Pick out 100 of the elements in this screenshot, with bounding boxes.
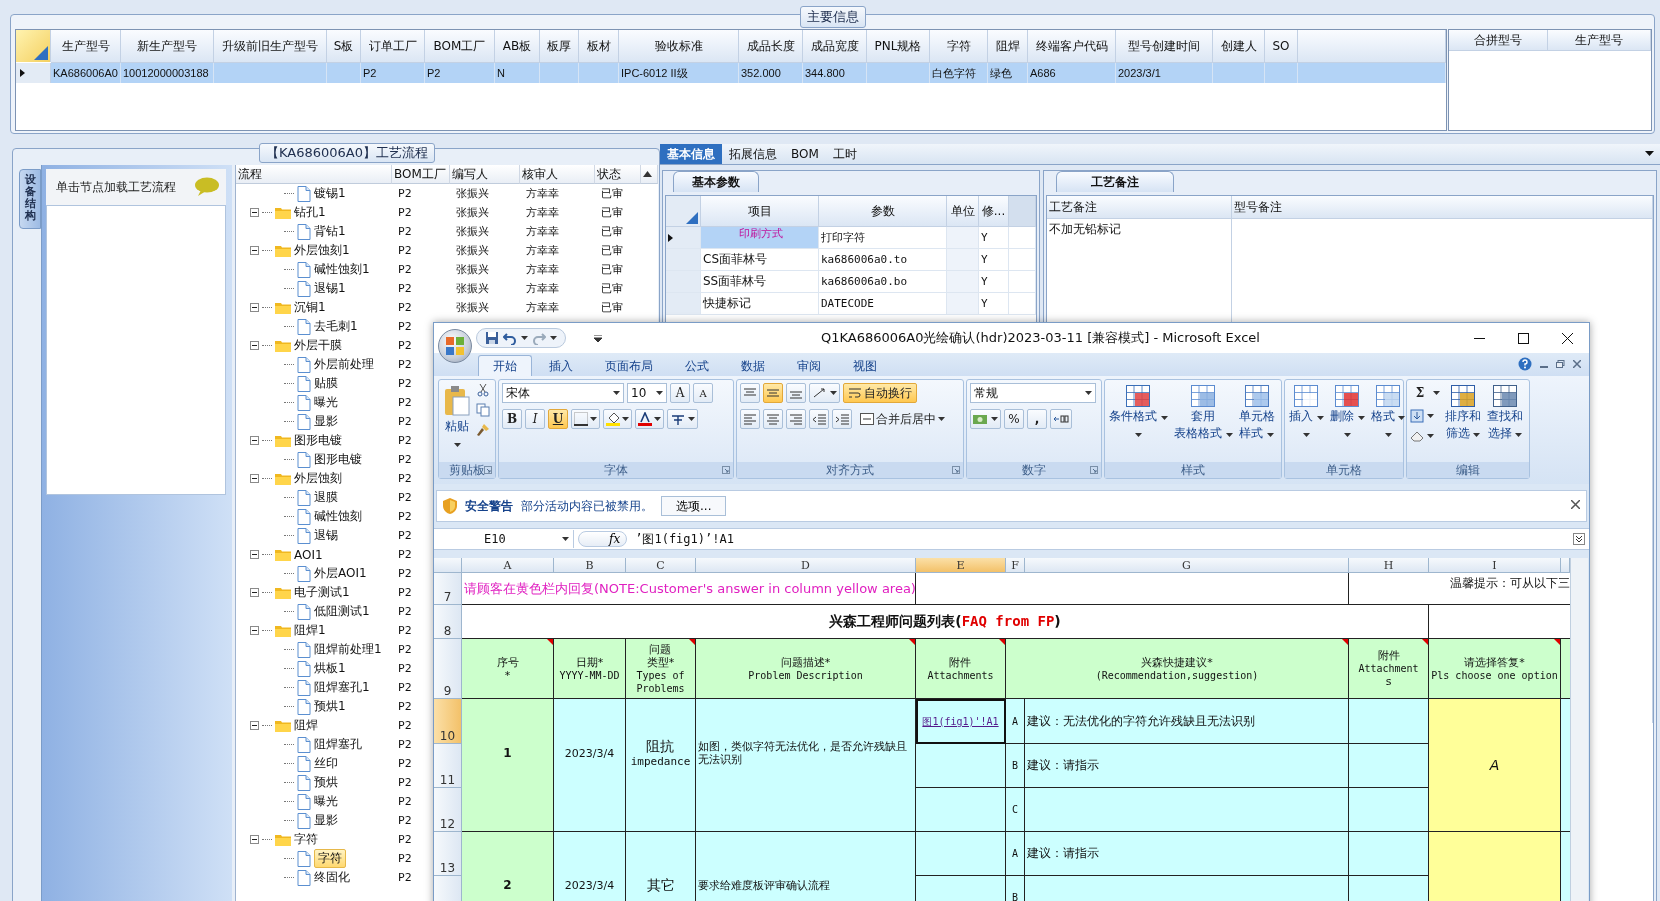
save-icon[interactable] <box>485 331 499 345</box>
column-header[interactable]: H <box>1349 558 1429 573</box>
office-button[interactable] <box>438 329 472 363</box>
column-header[interactable]: 合拼型号 <box>1449 30 1548 51</box>
ribbon-tab[interactable]: 插入 <box>534 355 588 376</box>
collapse-icon[interactable] <box>250 721 259 730</box>
column-header[interactable]: 终端客户代码 <box>1028 30 1116 63</box>
tree-node[interactable]: 去毛刺1 <box>314 318 358 335</box>
column-header[interactable]: 订单工厂 <box>361 30 425 63</box>
insert-function-button[interactable]: fx <box>578 531 628 547</box>
tree-node[interactable]: 预烘 <box>314 774 338 791</box>
column-header[interactable]: 成品长度 <box>739 30 803 63</box>
tree-node[interactable]: 显影 <box>314 812 338 829</box>
phonetic-button[interactable] <box>667 409 698 429</box>
paste-button[interactable]: 粘贴 <box>442 383 472 453</box>
column-header[interactable]: 型号创建时间 <box>1116 30 1213 63</box>
format-button[interactable]: U <box>548 409 568 429</box>
column-header[interactable]: 生产型号 <box>51 30 121 63</box>
ribbon-tab[interactable]: 审阅 <box>782 355 836 376</box>
customize-icon[interactable] <box>594 335 602 342</box>
column-header[interactable]: 型号备注 <box>1232 196 1653 219</box>
increase-decimal-button[interactable] <box>1050 409 1072 429</box>
fill-color-button[interactable] <box>603 409 632 429</box>
table-cell[interactable]: 图1(fig1)'!A1 <box>916 699 1006 744</box>
collapse-icon[interactable] <box>250 436 259 445</box>
column-header[interactable]: BOM工厂 <box>392 165 450 184</box>
column-header[interactable]: PNL规格 <box>867 30 930 63</box>
table-cell[interactable] <box>916 788 1006 832</box>
table-row[interactable]: KA686006A0 10012000003188 P2 P2 N IPC-6012 II级 352.000 344.800 白色字符 绿色 A686 2023/3/1 <box>16 63 1446 83</box>
ribbon-button[interactable]: 单元格 样式 <box>1237 383 1276 443</box>
column-header[interactable]: D <box>696 558 916 573</box>
tree-node[interactable]: AOI1 <box>294 547 323 562</box>
ribbon-tab[interactable]: 公式 <box>670 355 724 376</box>
column-header[interactable]: 验收标准 <box>619 30 739 63</box>
ribbon-tab[interactable]: 开始 <box>478 355 532 376</box>
format-button[interactable]: I <box>525 409 545 429</box>
tree-node[interactable]: 退锡 <box>314 527 338 544</box>
scissors-icon[interactable] <box>476 383 490 397</box>
tree-node[interactable]: 贴膜 <box>314 375 338 392</box>
column-header[interactable]: 升级前旧生产型号 <box>214 30 327 63</box>
tree-node[interactable]: 显影 <box>314 413 338 430</box>
expand-icon[interactable] <box>1573 533 1585 545</box>
tree-node[interactable]: 阻焊塞孔1 <box>314 679 370 696</box>
sum-button[interactable]: Σ <box>1410 383 1430 403</box>
tree-node[interactable]: 沉铜1 <box>294 299 326 316</box>
row-header[interactable]: 9 <box>434 639 462 699</box>
ribbon-button[interactable]: 查找和 选择 <box>1486 383 1524 443</box>
tree-node[interactable]: 镀锡1 <box>314 185 346 202</box>
column-header[interactable]: BOM工厂 <box>425 30 495 63</box>
ribbon-tab[interactable]: 数据 <box>726 355 780 376</box>
tree-node[interactable]: 图形电镀 <box>314 451 362 468</box>
tree-node[interactable]: 阻焊 <box>294 717 318 734</box>
tree-node[interactable]: 背钻1 <box>314 223 346 240</box>
column-header[interactable]: 修... <box>979 196 1009 227</box>
align-middle-button[interactable] <box>763 383 783 403</box>
column-header[interactable]: 新生产型号 <box>121 30 214 63</box>
collapse-icon[interactable] <box>250 246 259 255</box>
tab[interactable]: 工艺备注 <box>1056 171 1174 192</box>
column-header[interactable]: 成品宽度 <box>803 30 867 63</box>
tree-node[interactable]: 曝光 <box>314 793 338 810</box>
tree-node[interactable]: 退膜 <box>314 489 338 506</box>
row-header[interactable]: 8 <box>434 605 462 639</box>
table-cell[interactable] <box>916 744 1006 788</box>
column-header[interactable]: 创建人 <box>1213 30 1265 63</box>
column-header[interactable]: 阻焊 <box>988 30 1028 63</box>
indent-button[interactable] <box>832 409 852 429</box>
column-header[interactable]: 单位 <box>947 196 979 227</box>
tree-node[interactable]: 钻孔1 <box>294 204 326 221</box>
tab[interactable]: 工时 <box>825 144 864 164</box>
collapse-icon[interactable] <box>250 474 259 483</box>
column-header[interactable]: G <box>1025 558 1349 573</box>
cell-link[interactable]: 图1(fig1)'!A1 <box>922 714 999 728</box>
tree-node[interactable]: 字符 <box>294 831 318 848</box>
copy-icon[interactable] <box>476 403 490 417</box>
column-header[interactable]: 生产型号 <box>1548 30 1651 51</box>
table-cell[interactable] <box>916 832 1006 876</box>
dialog-launcher-icon[interactable] <box>952 466 960 474</box>
dialog-launcher-icon[interactable] <box>722 466 730 474</box>
tree-node[interactable]: 烘板1 <box>314 660 346 677</box>
row-indicator[interactable] <box>666 227 701 249</box>
tree-node[interactable]: 外层AOI1 <box>314 565 367 582</box>
tree-node[interactable]: 阻焊塞孔 <box>314 736 362 753</box>
merge-center-button[interactable]: 合并后居中 <box>855 409 950 429</box>
outdent-button[interactable] <box>809 409 829 429</box>
column-header[interactable]: F <box>1006 558 1025 573</box>
column-header[interactable]: 核审人 <box>520 165 595 184</box>
currency-button[interactable] <box>970 409 1001 429</box>
ribbon-button[interactable]: 条件格式 <box>1108 383 1169 443</box>
fill-down-icon[interactable] <box>1410 409 1424 423</box>
collapse-icon[interactable] <box>250 303 259 312</box>
percent-button[interactable]: % <box>1004 409 1024 429</box>
row-header[interactable]: 12 <box>434 788 462 832</box>
tree-node[interactable]: 碱性蚀刻1 <box>314 261 370 278</box>
answer-cell[interactable]: A <box>1429 699 1561 832</box>
wrap-text-button[interactable]: 自动换行 <box>843 383 917 403</box>
brush-icon[interactable] <box>476 423 490 437</box>
tree-node[interactable]: 外层蚀刻 <box>294 470 342 487</box>
collapse-icon[interactable] <box>250 341 259 350</box>
row-header[interactable]: 11 <box>434 744 462 788</box>
column-header[interactable]: 编写人 <box>450 165 520 184</box>
